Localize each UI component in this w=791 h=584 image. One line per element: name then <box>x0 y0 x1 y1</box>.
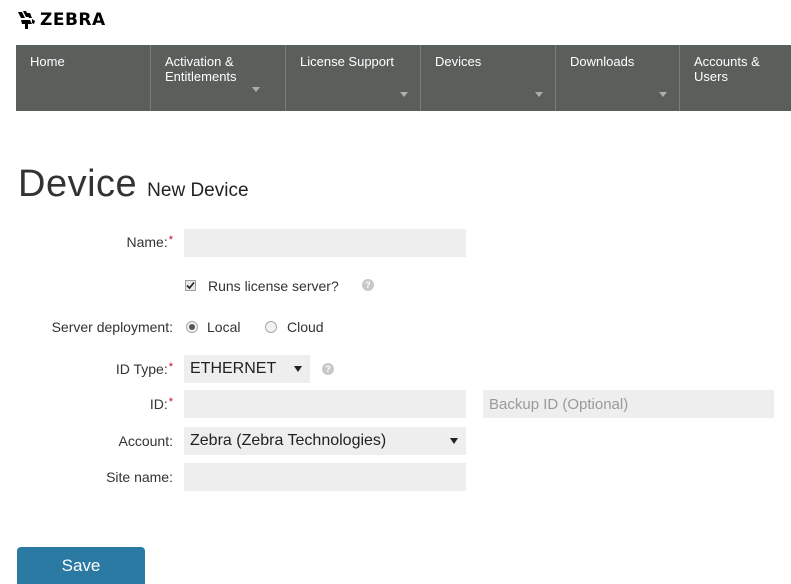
account-value: Zebra (Zebra Technologies) <box>190 432 387 449</box>
id-type-label: ID Type:* <box>60 361 173 377</box>
brand-name: ZEBRA <box>40 10 106 30</box>
help-icon[interactable]: ? <box>322 363 334 375</box>
nav-item-accounts-users[interactable]: Accounts & Users <box>680 45 791 111</box>
caret-down-icon <box>294 366 302 372</box>
help-icon[interactable]: ? <box>362 279 374 291</box>
nav-item-label: Activation & <box>165 54 234 69</box>
id-type-value: ETHERNET <box>190 360 277 377</box>
id-field[interactable] <box>184 390 466 418</box>
nav-item-label: Downloads <box>570 54 635 69</box>
id-label: ID:* <box>60 396 173 412</box>
name-label-text: Name: <box>126 234 168 250</box>
nav-item-label: Devices <box>435 54 482 69</box>
checkmark-icon <box>186 281 195 290</box>
nav-item-activation-entitlements[interactable]: Activation & Entitlements <box>151 45 285 111</box>
name-label: Name:* <box>60 234 173 250</box>
site-name-label: Site name: <box>106 469 173 485</box>
caret-down-icon <box>450 438 458 444</box>
deployment-local-label: Local <box>207 319 241 335</box>
deployment-local-radio[interactable] <box>186 321 198 333</box>
nav-item-label-line2: Users <box>694 69 728 84</box>
caret-down-icon <box>252 87 260 92</box>
page-subtitle: New Device <box>147 180 249 201</box>
nav-item-home[interactable]: Home <box>16 45 150 111</box>
nav-item-label: Home <box>30 54 65 69</box>
runs-license-server-label: Runs license server? <box>208 278 339 294</box>
runs-license-server-checkbox[interactable] <box>185 280 196 291</box>
site-name-field[interactable] <box>184 463 466 491</box>
id-type-select[interactable]: ETHERNET <box>184 355 310 383</box>
id-type-label-text: ID Type: <box>115 361 168 377</box>
server-deployment-label: Server deployment: <box>51 319 173 335</box>
account-select[interactable]: Zebra (Zebra Technologies) <box>184 427 466 455</box>
backup-id-field[interactable] <box>483 390 774 418</box>
nav-item-label: License Support <box>300 54 394 69</box>
zebra-logo[interactable]: ZEBRA <box>16 10 106 30</box>
caret-down-icon <box>659 92 667 97</box>
name-field[interactable] <box>184 229 466 257</box>
save-button[interactable]: Save <box>17 547 145 584</box>
zebra-head-icon <box>18 11 35 29</box>
account-label: Account: <box>118 433 173 449</box>
required-marker: * <box>168 234 173 246</box>
nav-item-downloads[interactable]: Downloads <box>556 45 679 111</box>
nav-item-label: Accounts & <box>694 54 760 69</box>
nav-item-license-support[interactable]: License Support <box>286 45 420 111</box>
deployment-cloud-label: Cloud <box>287 319 324 335</box>
page-title-main: Device <box>18 163 138 205</box>
required-marker: * <box>168 361 173 373</box>
main-nav: Home Activation & Entitlements License S… <box>16 45 791 111</box>
page-title: Device New Device <box>18 163 249 206</box>
nav-item-label-line2: Entitlements <box>165 69 237 84</box>
nav-item-devices[interactable]: Devices <box>421 45 555 111</box>
caret-down-icon <box>400 92 408 97</box>
required-marker: * <box>168 396 173 408</box>
deployment-cloud-radio[interactable] <box>265 321 277 333</box>
id-label-text: ID: <box>149 396 168 412</box>
caret-down-icon <box>535 92 543 97</box>
